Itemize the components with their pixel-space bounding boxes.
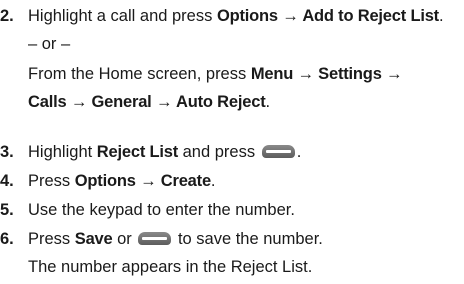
step-line: The number appears in the Reject List. (28, 255, 312, 279)
step-text: to save the number. (173, 230, 323, 248)
step-line: Calls → General → Auto Reject. (28, 90, 270, 114)
step-text: . (296, 143, 302, 161)
bold-command: Options → Add to Reject List (216, 7, 439, 25)
bold-command: Calls → General → Auto Reject (28, 93, 266, 111)
soft-key-icon (138, 232, 172, 245)
step-text: Highlight (28, 143, 97, 161)
step-number: 5. (0, 201, 14, 219)
step-text: and press (178, 143, 260, 161)
bold-command: Reject List (96, 143, 179, 161)
step-line: Highlight a call and press Options → Add… (28, 4, 444, 28)
bold-command: Options → Create (74, 172, 211, 190)
step-number: 2. (0, 7, 14, 25)
step-number: 6. (0, 230, 14, 248)
step-text: . (265, 93, 271, 111)
step-number: 4. (0, 172, 14, 190)
step-line: Press Options → Create. (28, 169, 216, 193)
step-line: Highlight Reject List and press . (28, 140, 301, 164)
step-text: The number appears in the Reject List. (28, 258, 313, 276)
step-text: Press (28, 172, 75, 190)
step-text: Use the keypad to enter the number. (28, 201, 295, 219)
step-number: 3. (0, 143, 14, 161)
bold-command: Save (74, 230, 113, 248)
step-text: – or – (28, 35, 71, 53)
step-line: Press Save or to save the number. (28, 227, 323, 251)
manual-page: { "steps": [ { "num": "2.", "lines": [ {… (0, 0, 464, 284)
step-text: Press (28, 230, 75, 248)
step-line: From the Home screen, press Menu → Setti… (28, 62, 403, 86)
step-text: . (210, 172, 216, 190)
step-text: From the Home screen, press (28, 65, 251, 83)
step-text: . (438, 7, 444, 25)
step-text: or (112, 230, 137, 248)
step-text: Highlight a call and press (28, 7, 217, 25)
step-line: – or – (28, 32, 70, 56)
soft-key-icon (261, 145, 295, 158)
bold-command: Menu → Settings → (250, 65, 403, 83)
step-line: Use the keypad to enter the number. (28, 198, 295, 222)
